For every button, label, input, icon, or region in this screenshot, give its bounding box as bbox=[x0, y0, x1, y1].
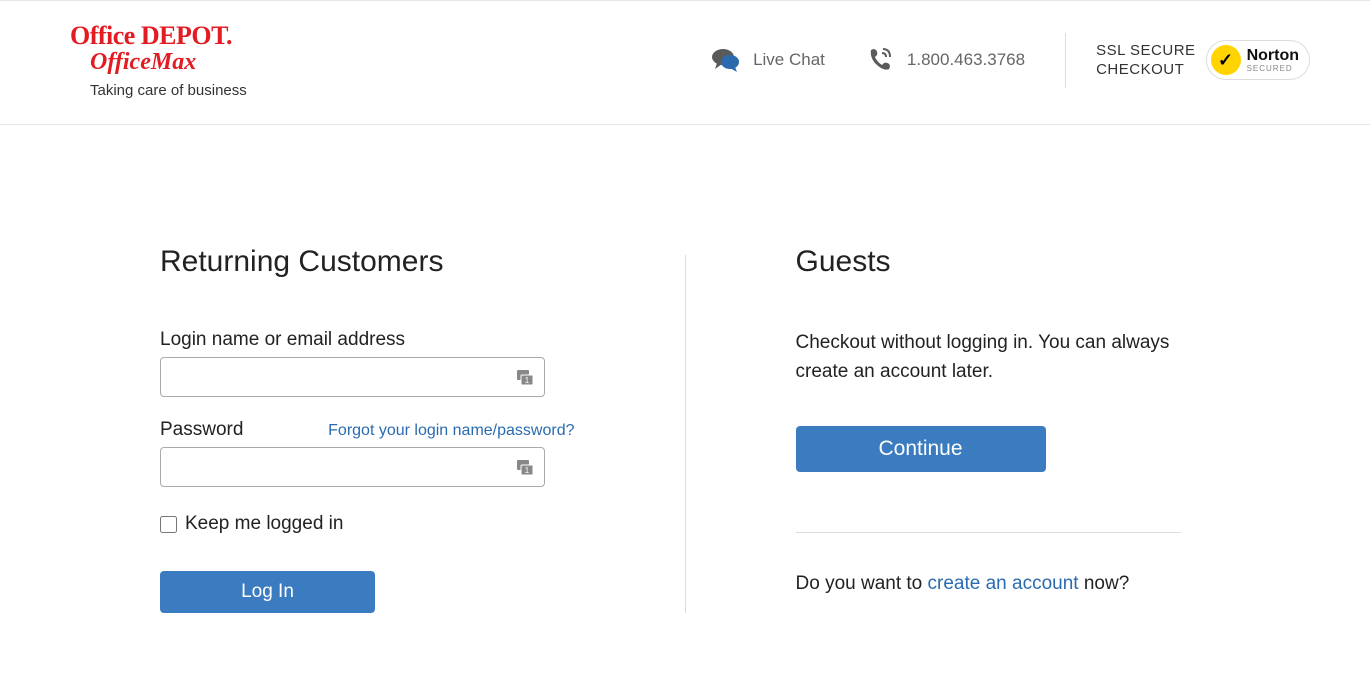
guests-heading: Guests bbox=[796, 245, 1211, 279]
logo-officemax: OfficeMax bbox=[70, 49, 247, 76]
autofill-icon: 1 bbox=[515, 367, 535, 387]
returning-customers-section: Returning Customers Login name or email … bbox=[160, 245, 685, 613]
autofill-icon: 1 bbox=[515, 457, 535, 477]
live-chat-label: Live Chat bbox=[753, 50, 825, 70]
norton-sub: SECURED bbox=[1247, 64, 1299, 73]
password-label: Password bbox=[160, 419, 243, 441]
guests-description: Checkout without logging in. You can alw… bbox=[796, 329, 1211, 386]
keep-logged-label: Keep me logged in bbox=[185, 513, 343, 535]
login-button[interactable]: Log In bbox=[160, 571, 375, 613]
login-label: Login name or email address bbox=[160, 329, 575, 351]
login-input[interactable] bbox=[160, 357, 545, 397]
create-account-row: Do you want to create an account now? bbox=[796, 573, 1211, 595]
header: Office DEPOT. OfficeMax Taking care of b… bbox=[0, 0, 1370, 125]
live-chat-link[interactable]: Live Chat bbox=[711, 47, 825, 73]
header-divider bbox=[1065, 33, 1066, 88]
create-account-link[interactable]: create an account bbox=[928, 573, 1079, 594]
continue-button[interactable]: Continue bbox=[796, 426, 1046, 472]
forgot-password-link[interactable]: Forgot your login name/password? bbox=[328, 422, 574, 440]
keep-logged-checkbox[interactable] bbox=[160, 516, 177, 533]
main-content: Returning Customers Login name or email … bbox=[0, 125, 1370, 673]
phone-icon bbox=[865, 46, 895, 74]
checkmark-icon: ✓ bbox=[1211, 45, 1241, 75]
logo[interactable]: Office DEPOT. OfficeMax Taking care of b… bbox=[60, 21, 247, 99]
phone-link[interactable]: 1.800.463.3768 bbox=[865, 46, 1025, 74]
horizontal-divider bbox=[796, 532, 1181, 533]
returning-heading: Returning Customers bbox=[160, 245, 575, 279]
svg-text:1: 1 bbox=[525, 466, 530, 475]
chat-icon bbox=[711, 47, 741, 73]
password-input[interactable] bbox=[160, 447, 545, 487]
norton-brand: Norton bbox=[1247, 48, 1299, 64]
phone-number: 1.800.463.3768 bbox=[907, 50, 1025, 70]
logo-tagline: Taking care of business bbox=[70, 82, 247, 99]
norton-badge[interactable]: ✓ Norton SECURED bbox=[1206, 40, 1310, 80]
svg-text:1: 1 bbox=[525, 376, 530, 385]
logo-office-depot: Office DEPOT. bbox=[70, 21, 247, 51]
guests-section: Guests Checkout without logging in. You … bbox=[686, 245, 1211, 613]
ssl-secure-label: SSL SECURE CHECKOUT bbox=[1096, 41, 1195, 80]
